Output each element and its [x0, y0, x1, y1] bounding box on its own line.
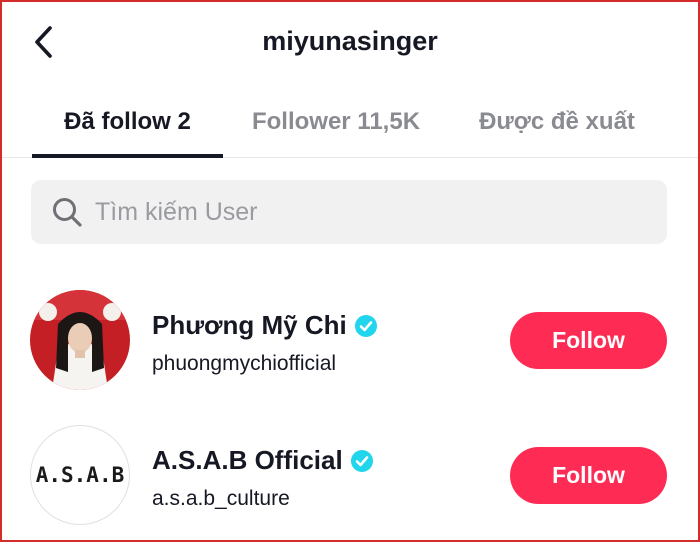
search-bar[interactable] — [31, 180, 667, 244]
avatar[interactable]: A.S.A.B — [30, 425, 130, 525]
user-handle: a.s.a.b_culture — [152, 487, 290, 510]
avatar-logo-text: A.S.A.B — [35, 463, 125, 487]
user-name-line: A.S.A.B Official — [152, 445, 373, 476]
user-list-item[interactable]: A.S.A.B A.S.A.B Official a.s.a.b_culture… — [0, 420, 700, 530]
follow-button[interactable]: Follow — [510, 447, 667, 504]
avatar[interactable] — [30, 290, 130, 390]
portrait-photo — [30, 290, 130, 390]
user-name[interactable]: A.S.A.B Official — [152, 445, 343, 476]
verified-badge-icon — [350, 449, 373, 472]
tab-bar: Đã follow 2 Follower 11,5K Được đề xuất — [0, 86, 700, 158]
verified-badge-icon — [354, 314, 377, 337]
tab-suggested[interactable]: Được đề xuất — [460, 86, 654, 158]
search-icon — [53, 198, 82, 227]
user-list-item[interactable]: Phương Mỹ Chi phuongmychiofficial Follow — [0, 285, 700, 395]
user-name-line: Phương Mỹ Chi — [152, 310, 377, 341]
tab-followers[interactable]: Follower 11,5K — [236, 86, 436, 158]
user-name[interactable]: Phương Mỹ Chi — [152, 310, 347, 341]
page-title: miyunasinger — [262, 26, 438, 56]
active-tab-indicator — [32, 154, 223, 158]
user-handle: phuongmychiofficial — [152, 352, 337, 375]
tab-following[interactable]: Đã follow 2 — [32, 86, 223, 158]
top-bar: miyunasinger — [0, 0, 700, 86]
search-input[interactable] — [95, 180, 635, 244]
follow-button[interactable]: Follow — [510, 312, 667, 369]
